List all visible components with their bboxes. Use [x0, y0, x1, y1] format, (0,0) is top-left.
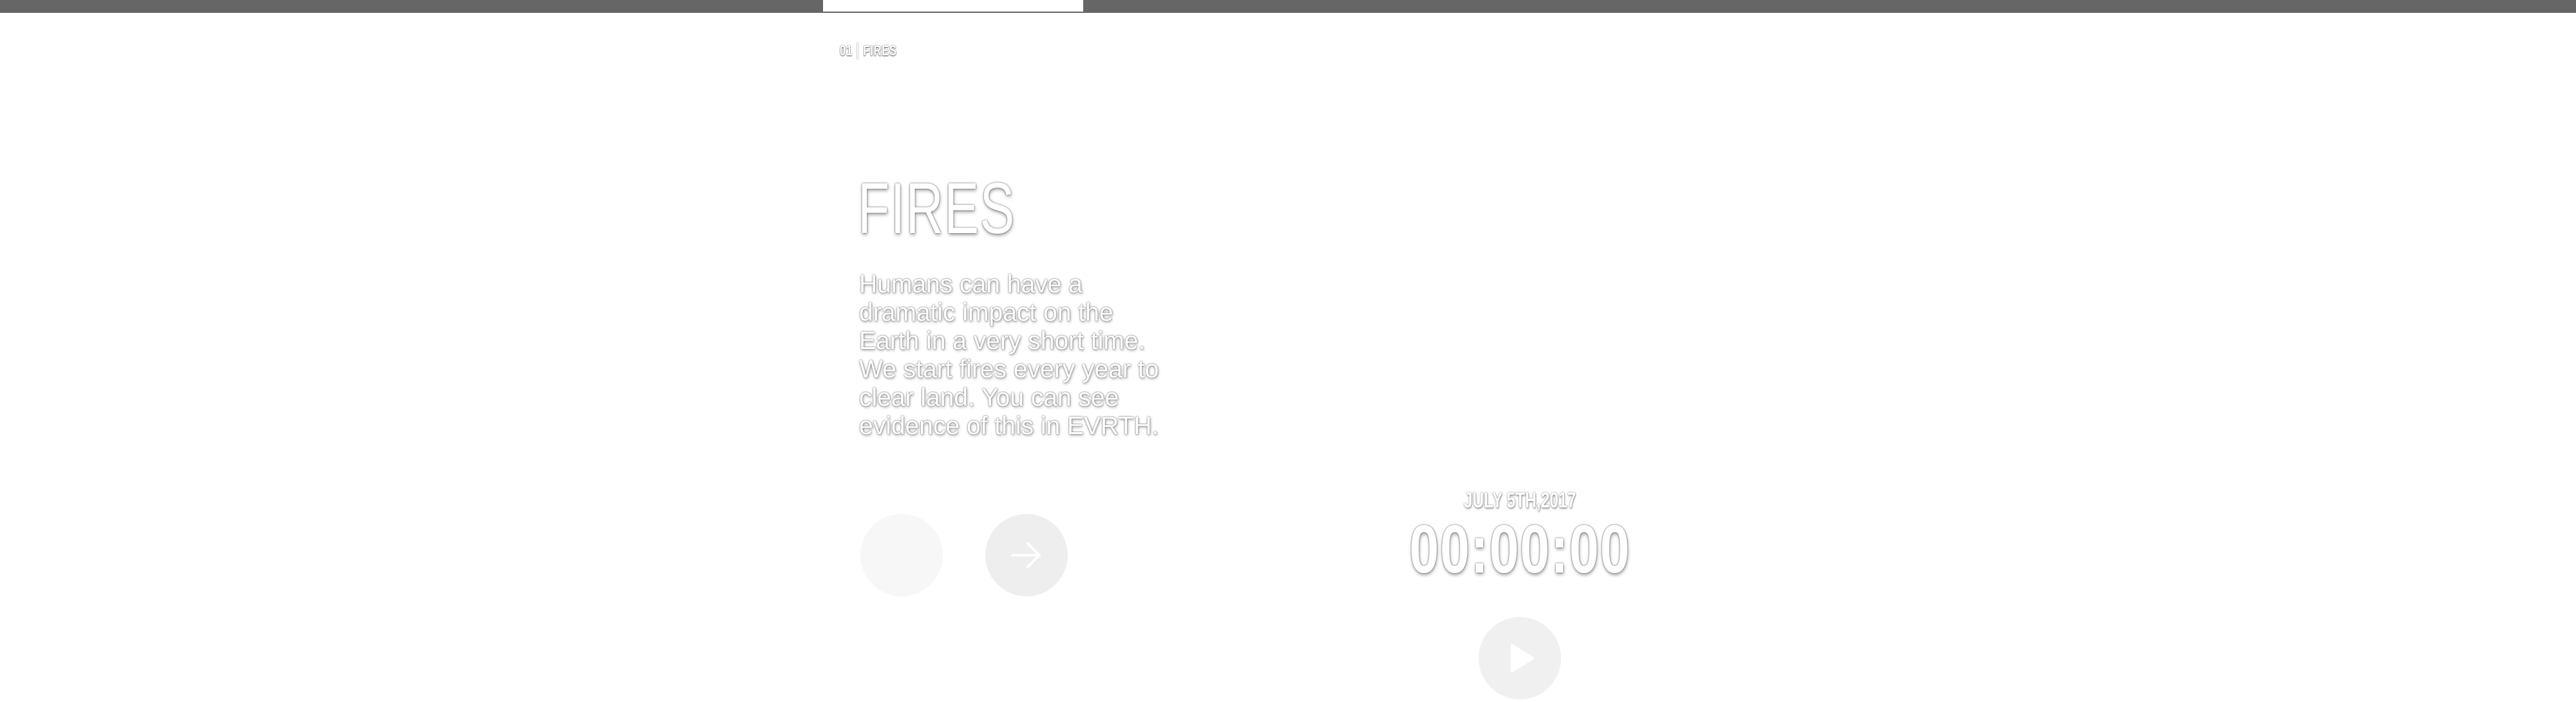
previous-button[interactable] — [860, 514, 943, 596]
top-bar — [0, 0, 2576, 13]
video-timer: 00:00:00 — [1359, 515, 1681, 583]
video-date-text: JULY 5TH,2017 — [1463, 488, 1577, 513]
breadcrumb: 01 FIRES — [840, 43, 897, 59]
next-button[interactable] — [985, 514, 1068, 596]
arrow-right-icon — [1011, 542, 1041, 568]
page-description: Humans can have a dramatic impact on the… — [859, 270, 1159, 440]
breadcrumb-section[interactable]: FIRES — [863, 43, 896, 59]
video-timer-text: 00:00:00 — [1409, 511, 1631, 587]
top-bar-active-tab[interactable] — [823, 0, 1083, 12]
play-icon — [1511, 644, 1534, 672]
page-title: FIRES — [858, 168, 1016, 249]
breadcrumb-number: 01 — [840, 43, 853, 59]
video-date: JULY 5TH,2017 — [1391, 488, 1649, 513]
play-button[interactable] — [1479, 617, 1561, 699]
breadcrumb-separator — [857, 43, 858, 59]
